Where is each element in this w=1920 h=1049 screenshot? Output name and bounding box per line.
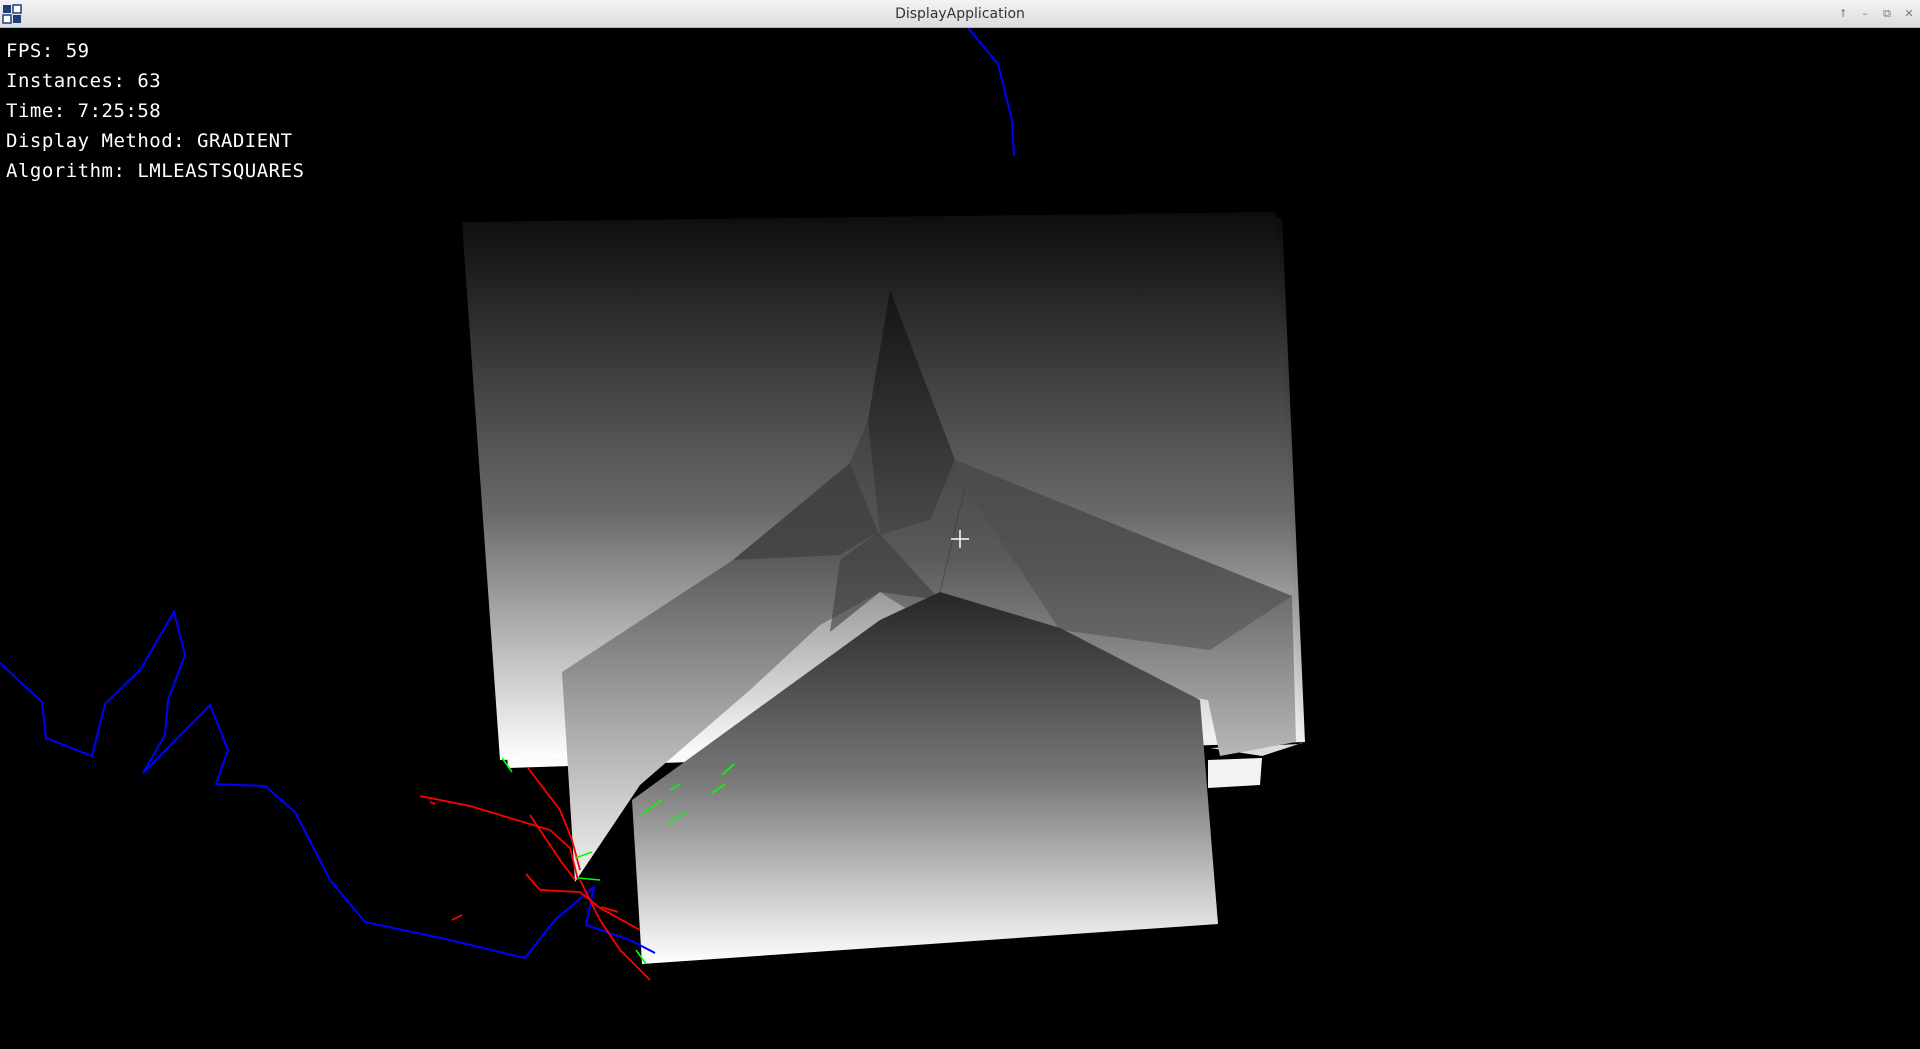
hud-overlay: FPS: 59 Instances: 63 Time: 7:25:58 Disp…	[6, 36, 304, 186]
up-arrow-icon[interactable]: ⭡	[1832, 4, 1854, 24]
algorithm-readout: Algorithm: LMLEASTSQUARES	[6, 160, 305, 182]
render-viewport[interactable]: FPS: 59 Instances: 63 Time: 7:25:58 Disp…	[0, 28, 1920, 1049]
fps-readout: FPS: 59	[6, 40, 90, 62]
window-controls: ⭡ – ⧉ ✕	[1832, 0, 1920, 28]
window-titlebar[interactable]: DisplayApplication ⭡ – ⧉ ✕	[0, 0, 1920, 28]
window-title: DisplayApplication	[895, 6, 1025, 22]
instances-readout: Instances: 63	[6, 70, 162, 92]
display-method-readout: Display Method: GRADIENT	[6, 130, 293, 152]
minimize-icon[interactable]: –	[1854, 4, 1876, 24]
close-icon[interactable]: ✕	[1898, 4, 1920, 24]
time-readout: Time: 7:25:58	[6, 100, 162, 122]
restore-icon[interactable]: ⧉	[1876, 4, 1898, 24]
